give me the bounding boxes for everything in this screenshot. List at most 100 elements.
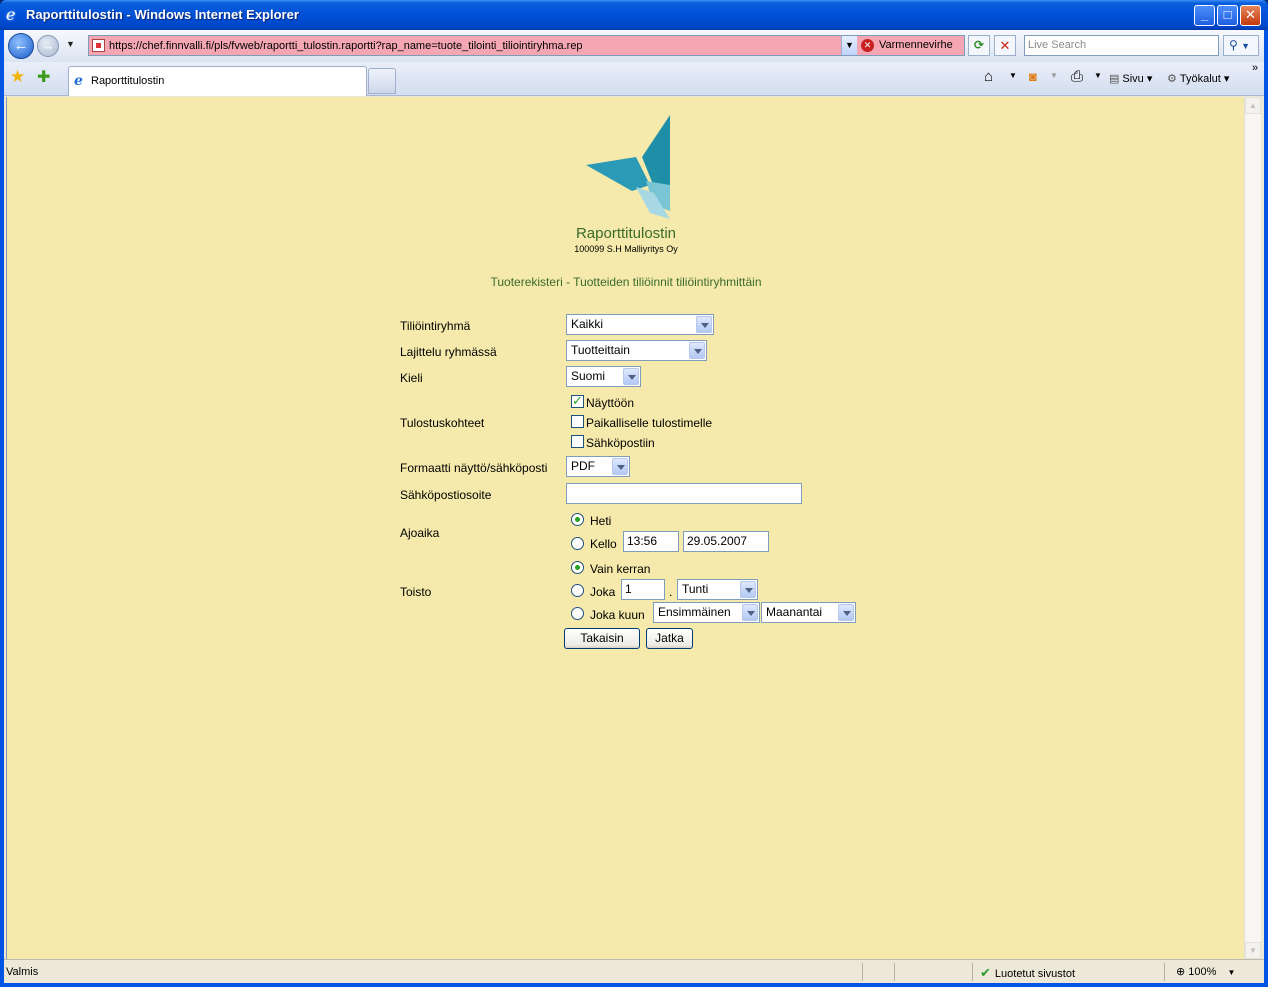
email-address-label: Sähköpostiosoite — [400, 488, 492, 502]
status-text: Valmis — [6, 966, 39, 978]
chevron-down-icon — [612, 458, 628, 475]
favorites-star-icon[interactable]: ★ — [10, 67, 25, 87]
butterfly-logo — [586, 115, 670, 219]
repeat-unit-value: Tunti — [682, 582, 709, 596]
search-button[interactable]: ⚲ ▼ — [1223, 35, 1259, 56]
tab-raporttitulostin[interactable]: e Raporttitulostin — [68, 66, 367, 96]
repeat-monthly-day-value: Maanantai — [766, 605, 823, 619]
browser-window: e Raporttitulostin - Windows Internet Ex… — [0, 0, 1268, 987]
print-to-local-printer-label: Paikalliselle tulostimelle — [586, 416, 713, 430]
status-divider — [972, 963, 973, 981]
search-input[interactable]: Live Search — [1024, 35, 1219, 56]
address-bar[interactable]: https://chef.finnvalli.fi/pls/fvweb/rapo… — [88, 35, 858, 56]
print-to-local-printer-checkbox[interactable] — [571, 415, 584, 428]
title-bar[interactable]: e Raporttitulostin - Windows Internet Ex… — [0, 0, 1268, 30]
close-button[interactable]: ✕ — [1240, 5, 1261, 26]
vertical-scrollbar[interactable]: ▲ ▼ — [1244, 97, 1261, 959]
repeat-monthly-ordinal-select[interactable]: Ensimmäinen — [653, 602, 760, 623]
language-select[interactable]: Suomi — [566, 366, 641, 387]
run-now-radio[interactable] — [571, 513, 584, 526]
back-form-button[interactable]: Takaisin — [564, 628, 640, 649]
sort-select[interactable]: Tuotteittain — [566, 340, 707, 361]
stop-icon: ✕ — [999, 38, 1011, 53]
zoom-icon: ⊕ — [1176, 966, 1186, 978]
repeat-every-label: Joka — [590, 585, 616, 599]
refresh-button[interactable]: ⟳ — [968, 35, 990, 56]
command-bar-overflow[interactable]: » — [1252, 62, 1258, 74]
continue-button[interactable]: Jatka — [646, 628, 693, 649]
run-time-label: Ajoaika — [400, 526, 440, 540]
email-address-input[interactable] — [566, 483, 802, 504]
sort-label: Lajittelu ryhmässä — [400, 345, 497, 359]
address-url[interactable]: https://chef.finnvalli.fi/pls/fvweb/rapo… — [109, 40, 583, 52]
run-at-radio[interactable] — [571, 537, 584, 550]
home-icon[interactable]: ⌂ — [984, 68, 993, 85]
accounting-group-value: Kaikki — [571, 317, 604, 331]
page-menu-button[interactable]: ▤ Sivu ▾ — [1109, 72, 1152, 85]
repeat-monthly-radio[interactable] — [571, 607, 584, 620]
repeat-once-radio[interactable] — [571, 561, 584, 574]
repeat-monthly-day-select[interactable]: Maanantai — [761, 602, 856, 623]
accounting-group-select[interactable]: Kaikki — [566, 314, 714, 335]
maximize-button[interactable]: □ — [1217, 5, 1238, 26]
print-to-email-checkbox[interactable] — [571, 435, 584, 448]
run-now-label: Heti — [590, 514, 612, 528]
minimize-button[interactable]: _ — [1194, 5, 1215, 26]
repeat-monthly-ordinal-value: Ensimmäinen — [658, 605, 731, 619]
tab-bar: ★ ✚ e Raporttitulostin ⌂ ▼ ◙ ▼ ⎙ ▼ ▤ Sivu… — [4, 62, 1264, 96]
run-date-input[interactable]: 29.05.2007 — [683, 531, 769, 552]
certificate-error-button[interactable]: ✕ Varmennevirhe — [857, 35, 965, 56]
recent-pages-dropdown[interactable]: ▼ — [66, 39, 75, 49]
check-icon: ✔ — [980, 965, 991, 980]
tools-menu-button[interactable]: ⚙ Työkalut ▾ — [1167, 72, 1229, 85]
page-content: Raporttitulostin 100099 S.H Malliyritys … — [6, 97, 1244, 959]
format-value: PDF — [571, 459, 595, 473]
gear-icon: ⚙ — [1167, 73, 1177, 85]
add-favorite-icon[interactable]: ✚ — [37, 67, 50, 87]
print-to-screen-checkbox[interactable] — [571, 393, 584, 409]
language-label: Kieli — [400, 371, 423, 385]
stop-button[interactable]: ✕ — [994, 35, 1016, 56]
search-dropdown-icon[interactable]: ▼ — [1241, 41, 1250, 51]
format-select[interactable]: PDF — [566, 456, 630, 477]
repeat-unit-select[interactable]: Tunti — [677, 579, 758, 600]
scroll-up-icon[interactable]: ▲ — [1245, 97, 1261, 114]
security-zone[interactable]: ✔ Luotetut sivustot — [980, 965, 1075, 981]
ie-logo-icon: e — [6, 5, 16, 24]
zoom-level: 100% — [1188, 966, 1217, 978]
repeat-once-label: Vain kerran — [590, 562, 651, 576]
forward-button[interactable]: → — [37, 35, 59, 57]
company-name: 100099 S.H Malliyritys Oy — [574, 244, 678, 254]
report-title: Tuoterekisteri - Tuotteiden tiliöinnit t… — [490, 275, 762, 289]
new-tab-button[interactable] — [368, 68, 396, 94]
zoom-control[interactable]: ⊕ 100% ▼ — [1176, 965, 1235, 978]
chevron-down-icon — [623, 368, 639, 385]
page-menu-icon: ▤ — [1109, 73, 1120, 85]
status-divider — [894, 963, 895, 981]
run-time-input[interactable]: 13:56 — [623, 531, 679, 552]
repeat-every-separator: . — [669, 585, 673, 599]
sort-value: Tuotteittain — [571, 343, 630, 357]
print-icon[interactable]: ⎙ — [1071, 68, 1083, 85]
repeat-monthly-label: Joka kuun — [590, 608, 645, 622]
repeat-every-input[interactable]: 1 — [621, 579, 665, 600]
format-label: Formaatti näyttö/sähköposti — [400, 461, 548, 475]
rss-feed-icon[interactable]: ◙ — [1029, 69, 1037, 84]
run-at-label: Kello — [590, 537, 617, 551]
page-menu-label: Sivu — [1122, 73, 1144, 85]
security-zone-label: Luotetut sivustot — [994, 968, 1076, 980]
back-button[interactable]: ← — [8, 33, 34, 59]
home-dropdown-icon[interactable]: ▼ — [1009, 71, 1017, 80]
zoom-dropdown-icon[interactable]: ▼ — [1227, 968, 1235, 977]
page-icon — [92, 39, 105, 52]
scroll-down-icon[interactable]: ▼ — [1245, 942, 1261, 959]
status-divider — [1164, 963, 1165, 981]
address-dropdown-icon[interactable]: ▼ — [841, 36, 857, 55]
repeat-every-radio[interactable] — [571, 584, 584, 597]
print-dropdown-icon[interactable]: ▼ — [1094, 71, 1102, 80]
chevron-down-icon — [742, 604, 758, 621]
chevron-down-icon — [689, 342, 705, 359]
language-value: Suomi — [571, 369, 606, 383]
feed-dropdown-icon[interactable]: ▼ — [1050, 71, 1058, 80]
chevron-down-icon — [740, 581, 756, 598]
